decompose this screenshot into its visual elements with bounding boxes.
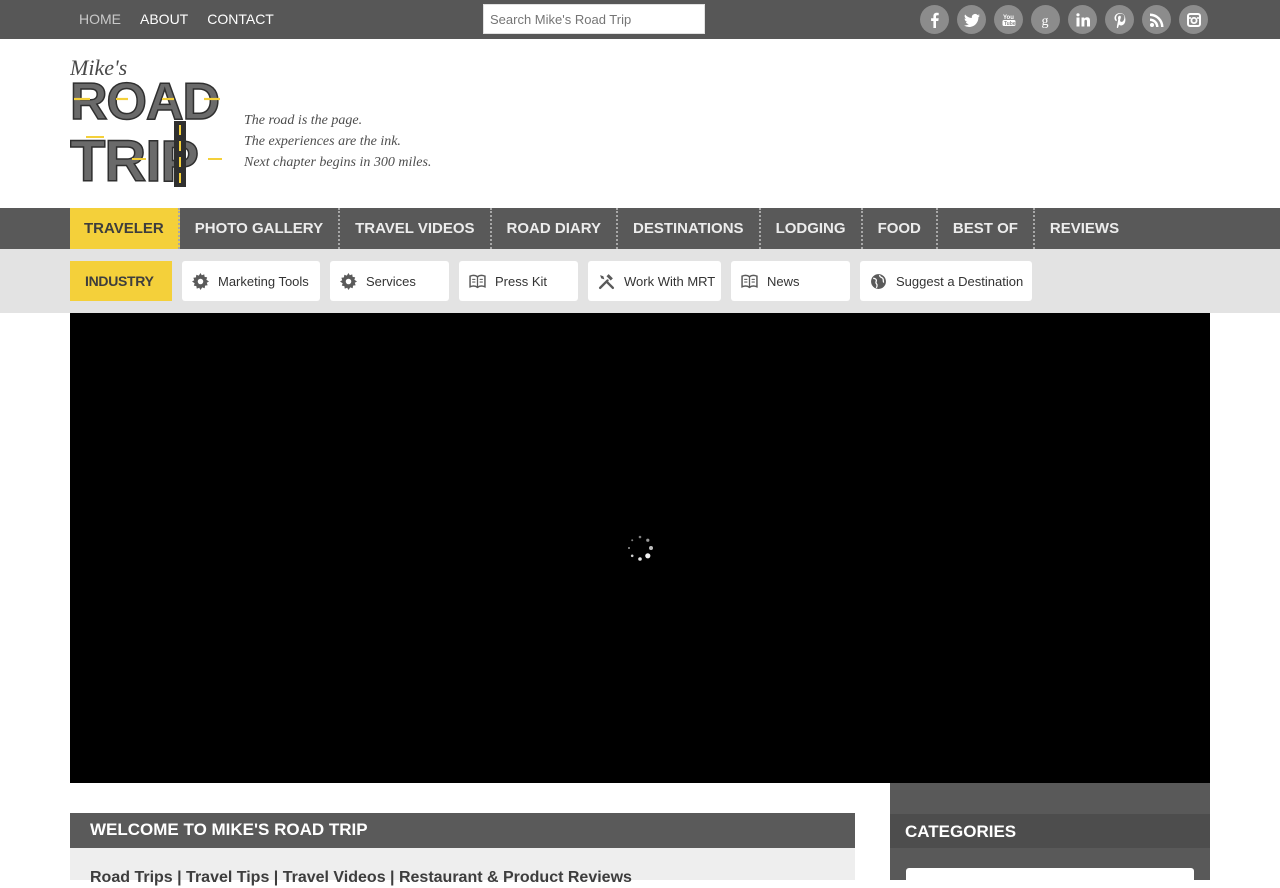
nav-reviews[interactable]: REVIEWS xyxy=(1035,208,1134,249)
tagline-line-1: The road is the page. xyxy=(244,113,363,128)
rss-icon[interactable] xyxy=(1142,5,1171,34)
subnav-label: News xyxy=(767,273,800,289)
book-icon xyxy=(740,272,758,290)
social-links: You Tube g xyxy=(920,5,1208,34)
loading-spinner-icon xyxy=(628,535,653,561)
top-bar: HOME ABOUT CONTACT YouTube g xyxy=(0,0,1280,39)
globe-icon xyxy=(869,272,887,290)
pinterest-icon[interactable] xyxy=(1105,5,1134,34)
industry-bar: INDUSTRY Marketing Tools Services Press … xyxy=(0,249,1280,313)
book-icon xyxy=(468,272,486,290)
gear-icon xyxy=(191,272,209,290)
tagline-line-2: The experiences are the ink. xyxy=(244,134,401,149)
top-nav: HOME ABOUT CONTACT xyxy=(79,11,293,27)
welcome-links[interactable]: Road Trips | Travel Tips | Travel Videos… xyxy=(90,869,632,887)
welcome-header: WELCOME TO MIKE'S ROAD TRIP xyxy=(70,813,855,848)
subnav-label: Marketing Tools xyxy=(218,273,309,289)
site-tagline: The road is the page. The experiences ar… xyxy=(244,110,431,173)
categories-header: CATEGORIES xyxy=(890,814,1210,848)
gear-icon xyxy=(339,272,357,290)
subnav-suggest-destination[interactable]: Suggest a Destination xyxy=(860,261,1032,301)
svg-text:Tube: Tube xyxy=(1004,21,1016,27)
linkedin-icon[interactable] xyxy=(1068,5,1097,34)
subnav-label: Work With MRT xyxy=(624,273,716,289)
nav-destinations[interactable]: DESTINATIONS xyxy=(618,208,761,249)
nav-travel-videos[interactable]: TRAVEL VIDEOS xyxy=(340,208,492,249)
nav-best-of[interactable]: BEST OF xyxy=(938,208,1035,249)
instagram-icon[interactable] xyxy=(1179,5,1208,34)
nav-photo-gallery[interactable]: PHOTO GALLERY xyxy=(180,208,341,249)
subnav-marketing-tools[interactable]: Marketing Tools xyxy=(182,261,320,301)
categories-title: CATEGORIES xyxy=(905,822,1017,841)
subnav-work-with-mrt[interactable]: Work With MRT xyxy=(588,261,721,301)
welcome-title: WELCOME TO MIKE'S ROAD TRIP xyxy=(90,820,368,839)
tools-icon xyxy=(597,272,615,290)
industry-label[interactable]: INDUSTRY xyxy=(70,261,172,301)
categories-select[interactable] xyxy=(906,868,1194,888)
nav-traveler[interactable]: TRAVELER xyxy=(70,208,180,249)
svg-text:g: g xyxy=(1041,14,1048,28)
top-nav-about[interactable]: ABOUT xyxy=(140,11,188,27)
twitter-icon[interactable] xyxy=(957,5,986,34)
subnav-services[interactable]: Services xyxy=(330,261,449,301)
main-nav: TRAVELER PHOTO GALLERY TRAVEL VIDEOS ROA… xyxy=(0,208,1280,249)
search-input[interactable] xyxy=(483,4,705,34)
subnav-press-kit[interactable]: Press Kit xyxy=(459,261,578,301)
google-icon[interactable]: g xyxy=(1031,5,1060,34)
subnav-news[interactable]: News xyxy=(731,261,850,301)
subnav-label: Services xyxy=(366,273,416,289)
facebook-icon[interactable] xyxy=(920,5,949,34)
top-nav-home[interactable]: HOME xyxy=(79,11,121,27)
subnav-label: Suggest a Destination xyxy=(896,273,1024,289)
youtube-icon[interactable]: You Tube xyxy=(994,5,1023,34)
logo-road: ROAD xyxy=(70,73,219,131)
subnav-label: Press Kit xyxy=(495,273,548,289)
nav-road-diary[interactable]: ROAD DIARY xyxy=(492,208,618,249)
nav-food[interactable]: FOOD xyxy=(863,208,938,249)
top-nav-contact[interactable]: CONTACT xyxy=(207,11,274,27)
nav-lodging[interactable]: LODGING xyxy=(761,208,863,249)
tagline-line-3: Next chapter begins in 300 miles. xyxy=(244,155,432,170)
